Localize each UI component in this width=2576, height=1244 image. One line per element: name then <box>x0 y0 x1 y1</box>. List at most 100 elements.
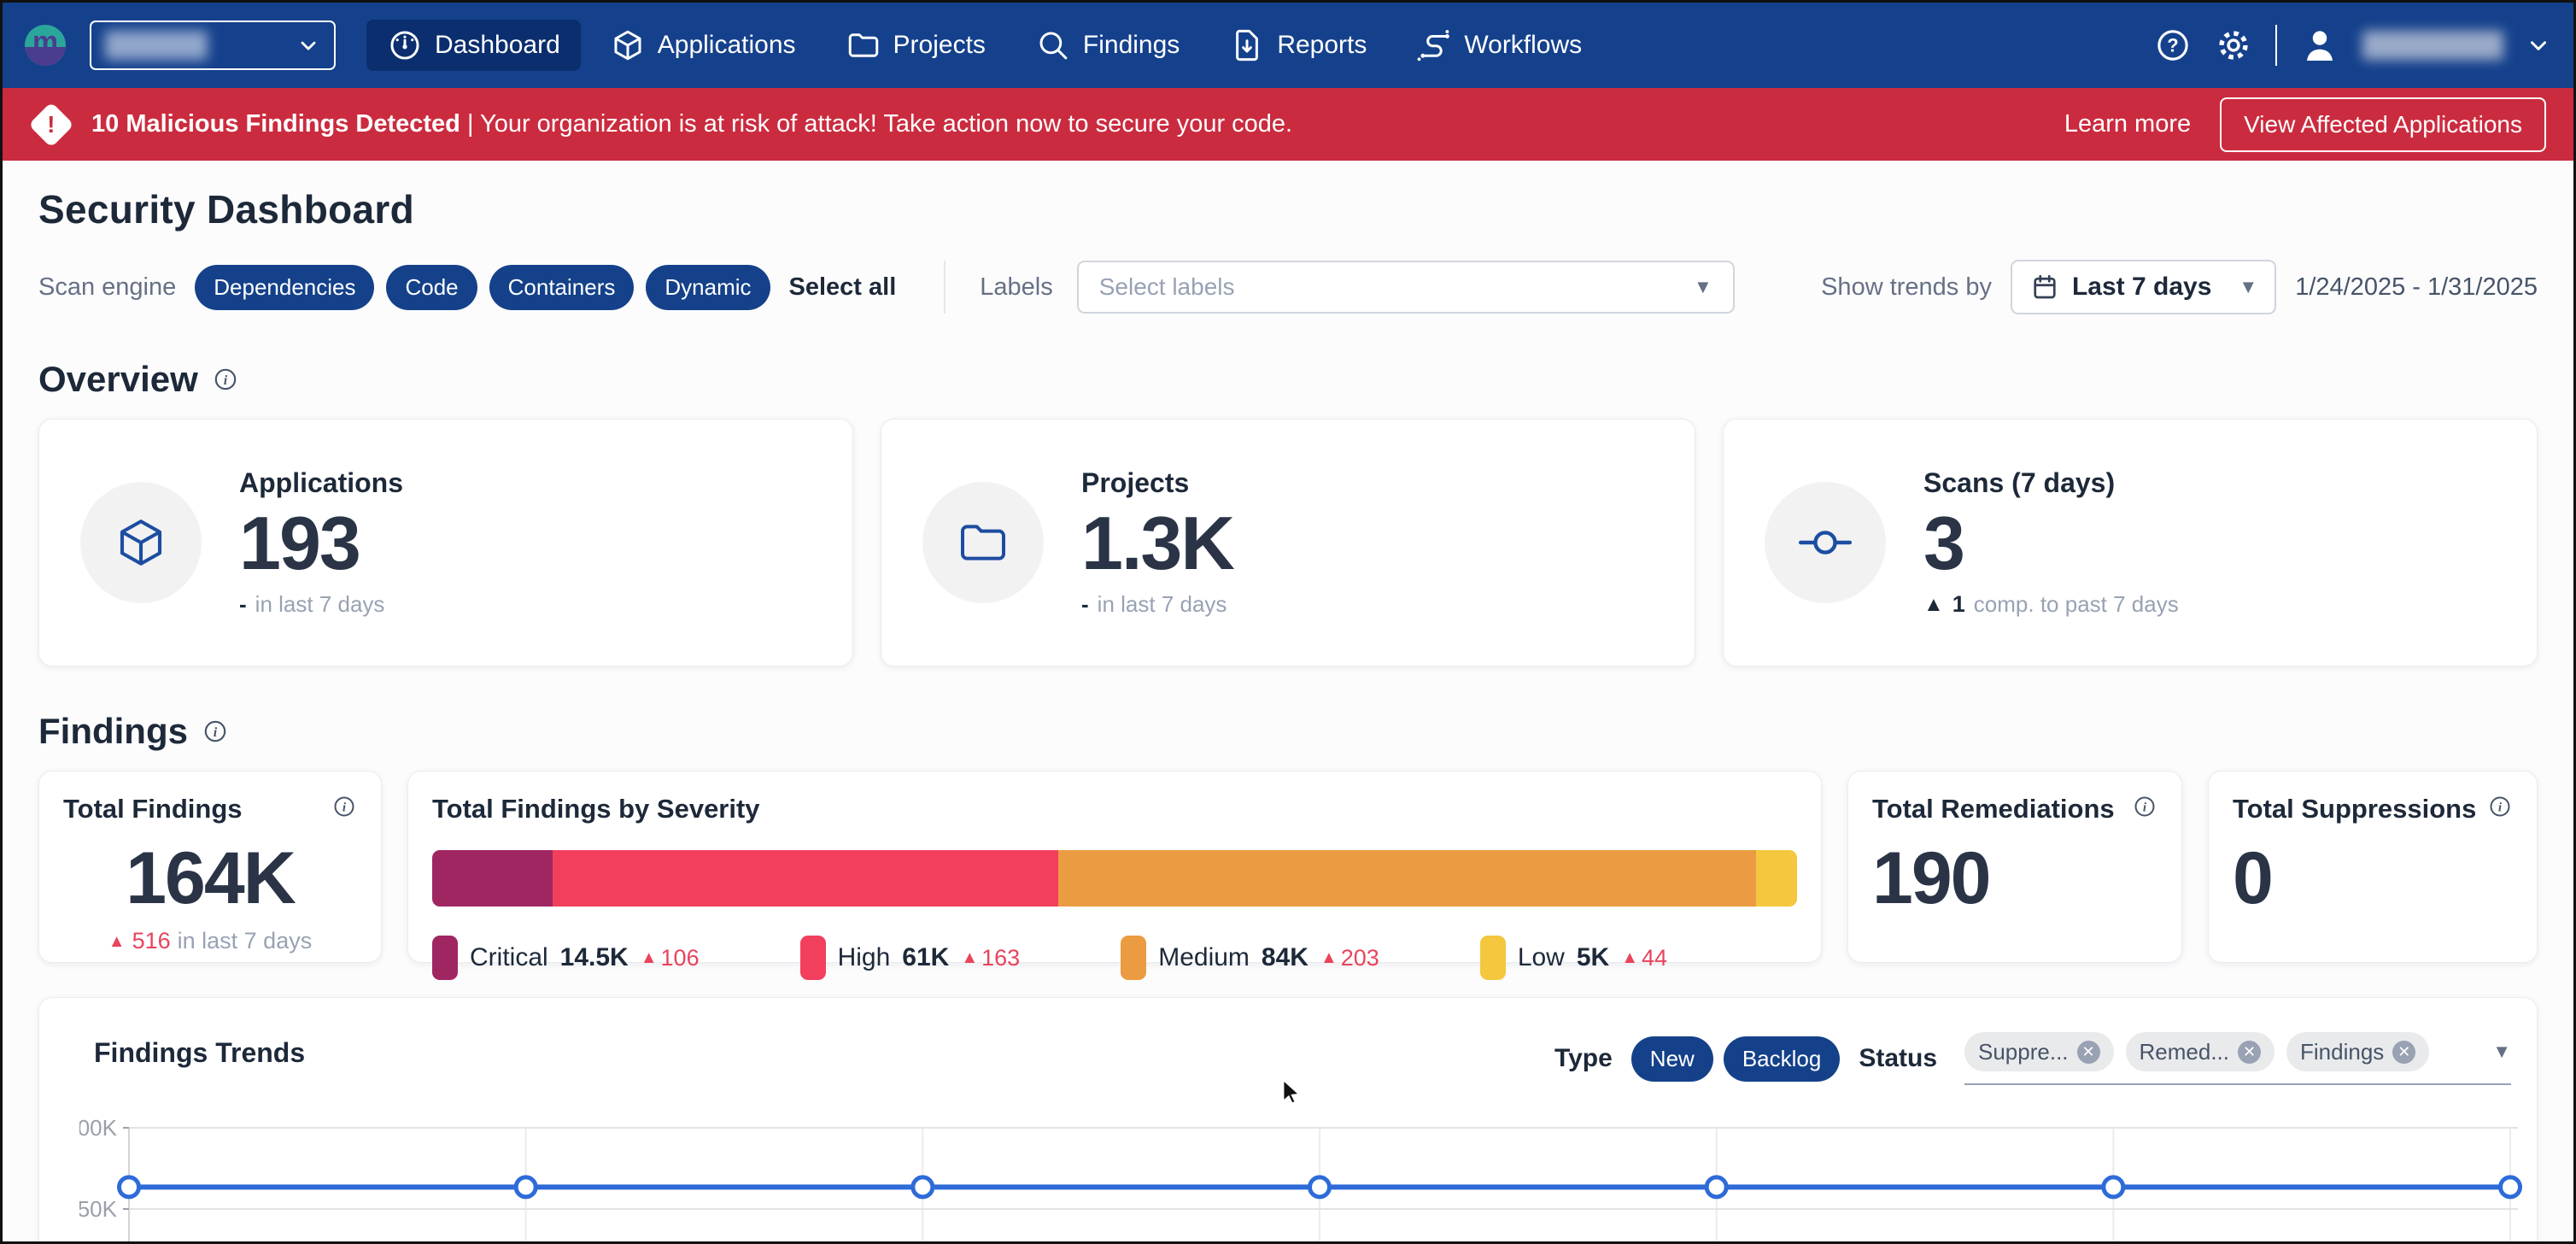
medium-swatch <box>1121 936 1146 980</box>
line-chart[interactable]: 200K150K100K <box>79 1109 2524 1244</box>
card-delta: - <box>1081 591 1089 618</box>
nav-item-reports[interactable]: Reports <box>1209 20 1387 71</box>
trends-period-value: Last 7 days <box>2072 273 2211 302</box>
info-icon[interactable]: i <box>212 366 239 393</box>
severity-stacked-bar[interactable] <box>432 850 1797 907</box>
overview-title: Overview <box>38 359 198 400</box>
findings-section-header: Findings i <box>38 711 2538 752</box>
info-icon[interactable]: i <box>2487 794 2513 819</box>
svg-text:?: ? <box>2167 35 2178 56</box>
caret-down-icon: ▼ <box>2239 276 2257 298</box>
close-icon[interactable]: ✕ <box>2077 1041 2100 1064</box>
info-icon[interactable]: i <box>202 718 229 745</box>
findings-title: Findings <box>38 711 188 752</box>
malicious-findings-alert-banner: ! 10 Malicious Findings Detected | Your … <box>3 88 2573 161</box>
type-pill-backlog[interactable]: Backlog <box>1724 1036 1841 1082</box>
search-icon <box>1035 27 1071 63</box>
severity-bar-medium <box>1058 850 1756 907</box>
high-swatch <box>800 936 826 980</box>
nav-label: Workflows <box>1464 31 1582 60</box>
view-affected-applications-button[interactable]: View Affected Applications <box>2220 97 2546 152</box>
card-title: Total Remediations <box>1872 794 2115 824</box>
findings-trends-card: Findings Trends Type New Backlog Status … <box>38 997 2538 1244</box>
scans-card: Scans (7 days) 3 ▲1comp. to past 7 days <box>1723 419 2538 666</box>
card-title: Total Findings <box>63 794 243 824</box>
card-value: 1.3K <box>1081 504 1233 583</box>
card-sub: comp. to past 7 days <box>1974 591 2179 618</box>
up-arrow-icon: ▲ <box>1621 949 1638 966</box>
card-delta: 1 <box>1952 591 1965 618</box>
mend-logo-icon[interactable]: m <box>25 25 66 66</box>
navbar-right: ? <box>2154 25 2551 66</box>
total-remediations-value: 190 <box>1872 836 2157 921</box>
findings-trends-chart[interactable]: 200K150K100K <box>79 1109 2524 1244</box>
nav-item-projects[interactable]: Projects <box>825 20 1006 71</box>
caret-down-icon: ▼ <box>2492 1041 2511 1063</box>
info-icon[interactable]: i <box>2132 794 2157 819</box>
findings-cards: Total Findings i 164K ▲ 516 in last 7 days… <box>38 771 2538 963</box>
alert-separator: | <box>467 110 474 138</box>
alert-text: 10 Malicious Findings Detected | Your or… <box>91 110 1292 138</box>
legend-item-medium: Medium 84K ▲203 <box>1121 936 1379 980</box>
svg-text:i: i <box>2498 801 2503 815</box>
nav-label: Applications <box>658 31 796 60</box>
caret-down-icon: ▼ <box>1694 276 1712 298</box>
up-arrow-icon: ▲ <box>1320 949 1338 966</box>
help-icon[interactable]: ? <box>2154 26 2192 64</box>
close-icon[interactable]: ✕ <box>2238 1041 2261 1064</box>
svg-text:i: i <box>224 373 228 388</box>
select-all-link[interactable]: Select all <box>789 273 897 302</box>
alert-diamond-icon: ! <box>28 102 74 148</box>
card-delta: - <box>239 591 247 618</box>
nav-label: Dashboard <box>435 31 560 60</box>
close-icon[interactable]: ✕ <box>2392 1041 2415 1064</box>
legend-item-high: High 61K ▲163 <box>800 936 1021 980</box>
status-chip-findings[interactable]: Findings✕ <box>2286 1032 2429 1071</box>
nav-item-dashboard[interactable]: Dashboard <box>366 20 581 71</box>
org-name-redacted <box>105 31 208 60</box>
svg-text:i: i <box>214 725 218 740</box>
total-findings-delta: 516 <box>132 928 171 954</box>
engine-pill-code[interactable]: Code <box>386 265 477 310</box>
engine-pill-containers[interactable]: Containers <box>489 265 635 310</box>
type-pill-new[interactable]: New <box>1631 1036 1713 1082</box>
severity-bar-critical <box>432 850 553 907</box>
chevron-down-icon[interactable] <box>2526 32 2551 58</box>
labels-label: Labels <box>980 273 1052 302</box>
engine-pill-dependencies[interactable]: Dependencies <box>195 265 374 310</box>
status-chip-remediated[interactable]: Remed...✕ <box>2126 1032 2275 1071</box>
page-title: Security Dashboard <box>38 186 2538 232</box>
learn-more-link[interactable]: Learn more <box>2064 110 2191 138</box>
card-label: Projects <box>1081 467 1233 499</box>
user-avatar-icon[interactable] <box>2299 25 2340 66</box>
low-swatch <box>1480 936 1506 980</box>
status-chip-suppressed[interactable]: Suppre...✕ <box>1964 1032 2114 1071</box>
total-findings-sub: in last 7 days <box>178 928 313 954</box>
applications-card: Applications 193 -in last 7 days <box>38 419 853 666</box>
org-selector-dropdown[interactable] <box>90 21 336 70</box>
status-multiselect[interactable]: Suppre...✕ Remed...✕ Findings✕ ▼ <box>1964 1032 2511 1085</box>
gear-icon[interactable] <box>2214 26 2253 65</box>
alert-title: 10 Malicious Findings Detected <box>91 110 460 138</box>
total-suppressions-value: 0 <box>2233 836 2513 921</box>
total-findings-value: 164K <box>63 836 357 921</box>
engine-pill-dynamic[interactable]: Dynamic <box>646 265 770 310</box>
folder-icon <box>846 27 881 63</box>
severity-bar-low <box>1756 850 1797 907</box>
nav-item-findings[interactable]: Findings <box>1015 20 1200 71</box>
nav-item-applications[interactable]: Applications <box>589 20 817 71</box>
trends-period-dropdown[interactable]: Last 7 days ▼ <box>2011 260 2276 314</box>
security-dashboard-app: m Dashboard Applications Projects Findin… <box>0 0 2576 1244</box>
divider <box>944 261 946 314</box>
cube-icon <box>610 27 646 63</box>
card-value: 3 <box>1923 504 2179 583</box>
labels-select[interactable]: Select labels ▼ <box>1077 261 1735 314</box>
alert-message: Your organization is at risk of attack! … <box>480 110 1292 138</box>
card-sub: in last 7 days <box>255 591 385 618</box>
severity-card: Total Findings by Severity Critical 14.5… <box>407 771 1822 963</box>
date-range: 1/24/2025 - 1/31/2025 <box>2295 273 2538 302</box>
info-icon[interactable]: i <box>331 794 357 819</box>
nav-item-workflows[interactable]: Workflows <box>1396 20 1602 71</box>
severity-legend: Critical 14.5K ▲106 High 61K ▲163 Medium… <box>432 936 1797 980</box>
gauge-icon <box>387 27 423 63</box>
